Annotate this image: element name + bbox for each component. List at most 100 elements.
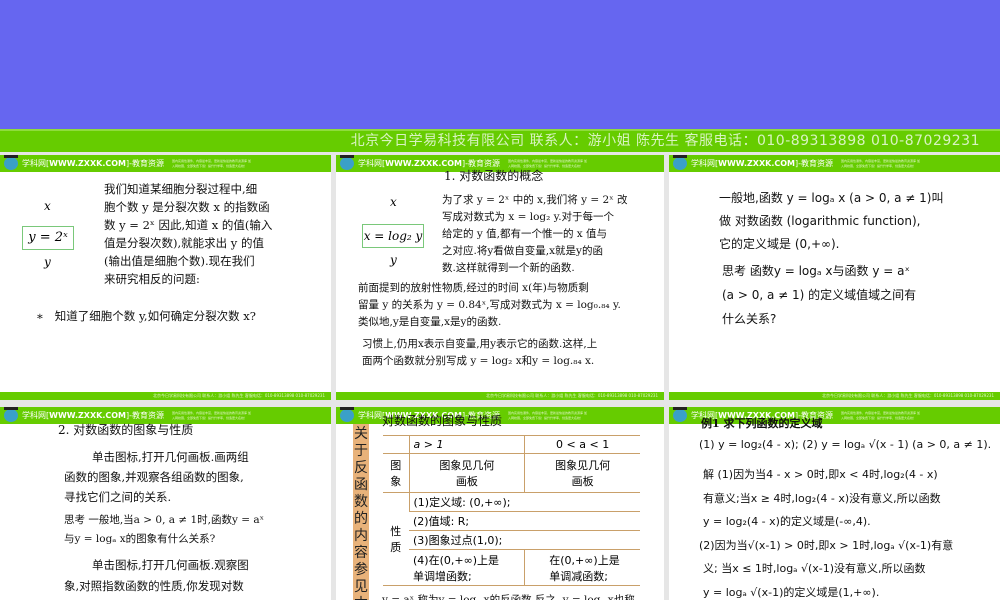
company-banner: 北京今日学易科技有限公司 联系人：游小姐 陈先生 客服电话：010-893138… <box>0 129 1000 152</box>
text-line: 函数的图象,并观察各组函数的图象, <box>64 470 244 484</box>
text-line: 值是分裂次数),就能求出 y 的值 <box>104 236 264 250</box>
text-line: 类似地,y是自变量,x是y的函数. <box>358 316 502 328</box>
text-line: 一般地,函数 y = logₐ x (a > 0, a ≠ 1)叫 <box>719 191 944 205</box>
think-text: 思考 一般地,当a > 0, a ≠ 1时,函数y = aˣ 与y = logₐ… <box>64 511 264 549</box>
slide-thumbnail-4[interactable]: 学科网[WWW.ZXXK.COM]-教育资源 国内实用性课件，内容最丰富，更新最快… <box>0 407 331 600</box>
slide-text: 我们知道某细胞分裂过程中,细 胞个数 y 是分裂次数 x 的指数函 数 y = … <box>104 180 329 288</box>
text-line: 习惯上,仍用x表示自变量,用y表示它的函数.这样,上 <box>362 338 598 350</box>
owl-logo-icon <box>4 407 18 422</box>
slide-text: 单击图标,打开几何画板.观察图 象,对照指数函数的性质,你发现对数 <box>64 555 249 597</box>
text-line: 解 (1)因为当4 - x > 0时,即x < 4时,log₂(4 - x) <box>703 468 938 481</box>
tagline: 国内实用性课件，内容最丰富，更新最快最的教育资源库 加入网校圈，全部免费下载！提… <box>841 158 920 168</box>
text-line: y = logₐ √(x-1)的定义域是(1,+∞). <box>703 585 880 599</box>
property-domain: (1)定义域: (0,+∞); <box>408 492 640 512</box>
text-line: (2)因为当√(x-1) > 0时,即x > 1时,logₐ √(x-1)有意 <box>699 538 954 552</box>
slide-thumbnail-3[interactable]: 学科网[WWW.ZXXK.COM]-教育资源 国内实用性课件，内容最丰富，更新最快… <box>669 155 1000 400</box>
tagline: 国内实用性课件，内容最丰富，更新最快最的教育资源库 加入网校圈，全部免费下载！提… <box>841 410 920 420</box>
tagline: 国内实用性课件，内容最丰富，更新最快最的教育资源库 加入网校圈，全部免费下载！提… <box>508 410 587 420</box>
site-suffix: ]-教育资源 <box>126 411 165 420</box>
header-a-gt-1: a > 1 <box>408 435 525 454</box>
text-line: 前面提到的放射性物质,经过的时间 x(年)与物质剩 <box>358 282 589 294</box>
text-line: (a > 0, a ≠ 1) 的定义域值域之间有 <box>722 288 917 302</box>
text-line: 思考 一般地,当a > 0, a ≠ 1时,函数y = aˣ <box>64 514 265 526</box>
site-name: 学科网[ <box>22 411 50 420</box>
slide-thumbnail-6[interactable]: 学科网[WWW.ZXXK.COM]-教育资源 国内实用性课件，内容最丰富，更新最快… <box>669 407 1000 600</box>
side-note-bar: 关于反函数的内容参见本节的 <box>353 424 369 600</box>
site-name: 学科网[ <box>691 159 719 168</box>
solution-text: 解 (1)因为当4 - x > 0时,即x < 4时,log₂(4 - x) 有… <box>699 463 953 600</box>
text-line: 象,对照指数函数的性质,你发现对数 <box>64 579 244 593</box>
text-line: 做 对数函数 (logarithmic function), <box>719 214 921 228</box>
slide-text: 习惯上,仍用x表示自变量,用y表示它的函数.这样,上 面两个函数就分别写成 y … <box>362 336 597 370</box>
property-decreasing: 在(0,+∞)上是 单调减函数; <box>524 549 640 586</box>
slide-thumbnail-1[interactable]: 学科网[WWW.ZXXK.COM]-教育资源 国内实用性课件，内容最丰富，更新最快… <box>0 155 331 400</box>
text-line: 单调减函数; <box>549 569 608 583</box>
diagram-output: y <box>44 255 51 269</box>
slide-thumbnail-2[interactable]: 学科网[WWW.ZXXK.COM]-教育资源 国内实用性课件，内容最丰富，更新最快… <box>336 155 664 400</box>
text-line: 它的定义域是 (0,+∞). <box>719 237 840 251</box>
slide-text: 前面提到的放射性物质,经过的时间 x(年)与物质剩 留量 y 的关系为 y = … <box>358 280 621 331</box>
text-line: 数.这样就得到一个新的函数. <box>442 262 575 274</box>
graph-cell: 图象见几何画板 <box>408 453 525 493</box>
site-name: 学科网[ <box>358 159 386 168</box>
diagram-formula: x = log₂ y <box>362 224 424 248</box>
text-line: y = log₂(4 - x)的定义域是(-∞,4). <box>703 515 871 528</box>
diagram-output: x <box>390 195 397 209</box>
bullet-question: ∗ 知道了细胞个数 y,如何确定分裂次数 x? <box>36 309 256 323</box>
slide-text: y = aˣ 称为y = logₐ x的反函数,反之, y = logₐ x也称 <box>382 594 635 600</box>
site-suffix: ]-教育资源 <box>795 159 834 168</box>
slide-text: 为了求 y = 2ˣ 中的 x,我们将 y = 2ˣ 改 写成对数式为 x = … <box>442 192 628 277</box>
bullet-text: 知道了细胞个数 y,如何确定分裂次数 x? <box>54 309 256 323</box>
diagram-input: x <box>44 199 51 213</box>
owl-logo-icon <box>4 155 18 170</box>
slide-footer: 北京今日学易科技有限公司 联系人：游小姐 陈先生 客服电话：010-893138… <box>336 392 664 400</box>
site-url: WWW.ZXXK.COM <box>49 411 126 420</box>
text-line: 为了求 y = 2ˣ 中的 x,我们将 y = 2ˣ 改 <box>442 194 628 206</box>
owl-logo-icon <box>340 407 354 422</box>
site-url: WWW.ZXXK.COM <box>49 159 126 168</box>
site-url: WWW.ZXXK.COM <box>718 159 795 168</box>
tagline: 国内实用性课件，内容最丰富，更新最快最的教育资源库 加入网校圈，全部免费下载！提… <box>172 158 251 168</box>
site-name: 学科网[ <box>22 159 50 168</box>
text-line: 思考 函数y = logₐ x与函数 y = aˣ <box>722 264 910 278</box>
text-line: 留量 y 的关系为 y = 0.84ˣ,写成对数式为 x = log₀.₈₄ y… <box>358 299 621 311</box>
slide-title: 2. 对数函数的图象与性质 <box>58 423 194 437</box>
site-suffix: ]-教育资源 <box>126 159 165 168</box>
slide-title: 1. 对数函数的概念 <box>444 169 544 183</box>
diagram-formula: y = 2ˣ <box>22 226 74 250</box>
text-line: 单调增函数; <box>413 569 472 583</box>
think-text: 思考 函数y = logₐ x与函数 y = aˣ (a > 0, a ≠ 1)… <box>722 259 916 331</box>
text-line: 单击图标,打开几何画板.观察图 <box>92 558 249 572</box>
example-question: (1) y = log₂(4 - x); (2) y = logₐ √(x - … <box>699 438 992 451</box>
owl-logo-icon <box>340 155 354 170</box>
text-line: (输出值是细胞个数).现在我们 <box>104 254 255 268</box>
text-line: 数 y = 2ˣ 因此,知道 x 的值(输入 <box>104 218 273 232</box>
slide-title: 对数函数的图象与性质 <box>382 414 503 428</box>
top-blue-band <box>0 0 1000 129</box>
definition-text: 一般地,函数 y = logₐ x (a > 0, a ≠ 1)叫 做 对数函数… <box>719 187 943 256</box>
slide-footer: 北京今日学易科技有限公司 联系人：游小姐 陈先生 客服电话：010-893138… <box>0 392 331 400</box>
slide-header: 学科网[WWW.ZXXK.COM]-教育资源 国内实用性课件，内容最丰富，更新最快… <box>669 155 1000 172</box>
text-line: 胞个数 y 是分裂次数 x 的指数函 <box>104 200 270 214</box>
example-title: 例1 求下列函数的定义域 <box>701 417 823 430</box>
row-label-graph: 图象 <box>383 453 409 493</box>
slide-footer: 北京今日学易科技有限公司 联系人：游小姐 陈先生 客服电话：010-893138… <box>669 392 1000 400</box>
text-line: 与y = logₐ x的图象有什么关系? <box>64 533 216 545</box>
text-line: 我们知道某细胞分裂过程中,细 <box>104 182 258 196</box>
owl-logo-icon <box>673 155 687 170</box>
property-increasing: (4)在(0,+∞)上是 单调增函数; <box>409 549 525 586</box>
diagram-input: y <box>390 253 397 267</box>
text-line: 来研究相反的问题: <box>104 272 200 286</box>
slide-header: 学科网[WWW.ZXXK.COM]-教育资源 国内实用性课件，内容最丰富，更新最快… <box>0 155 331 172</box>
row-label-properties: 性质 <box>383 492 409 586</box>
header-a-lt-1: 0 < a < 1 <box>524 435 640 454</box>
text-line: 义; 当x ≤ 1时,logₐ √(x-1)没有意义,所以函数 <box>703 562 926 575</box>
tagline: 国内实用性课件，内容最丰富，更新最快最的教育资源库 加入网校圈，全部免费下载！提… <box>172 410 251 420</box>
property-point: (3)图象过点(1,0); <box>409 530 640 550</box>
text-line: 给定的 y 值,都有一个惟一的 x 值与 <box>442 228 608 240</box>
text-line: 单击图标,打开几何画板.画两组 <box>92 450 249 464</box>
text-line: (4)在(0,+∞)上是 <box>413 553 500 567</box>
slide-text: 单击图标,打开几何画板.画两组 函数的图象,并观察各组函数的图象, 寻找它们之间… <box>64 447 249 507</box>
slide-thumbnail-5[interactable]: 学科网[WWW.ZXXK.COM]-教育资源 国内实用性课件，内容最丰富，更新最快… <box>336 407 664 600</box>
property-range: (2)值域: R; <box>409 511 640 531</box>
